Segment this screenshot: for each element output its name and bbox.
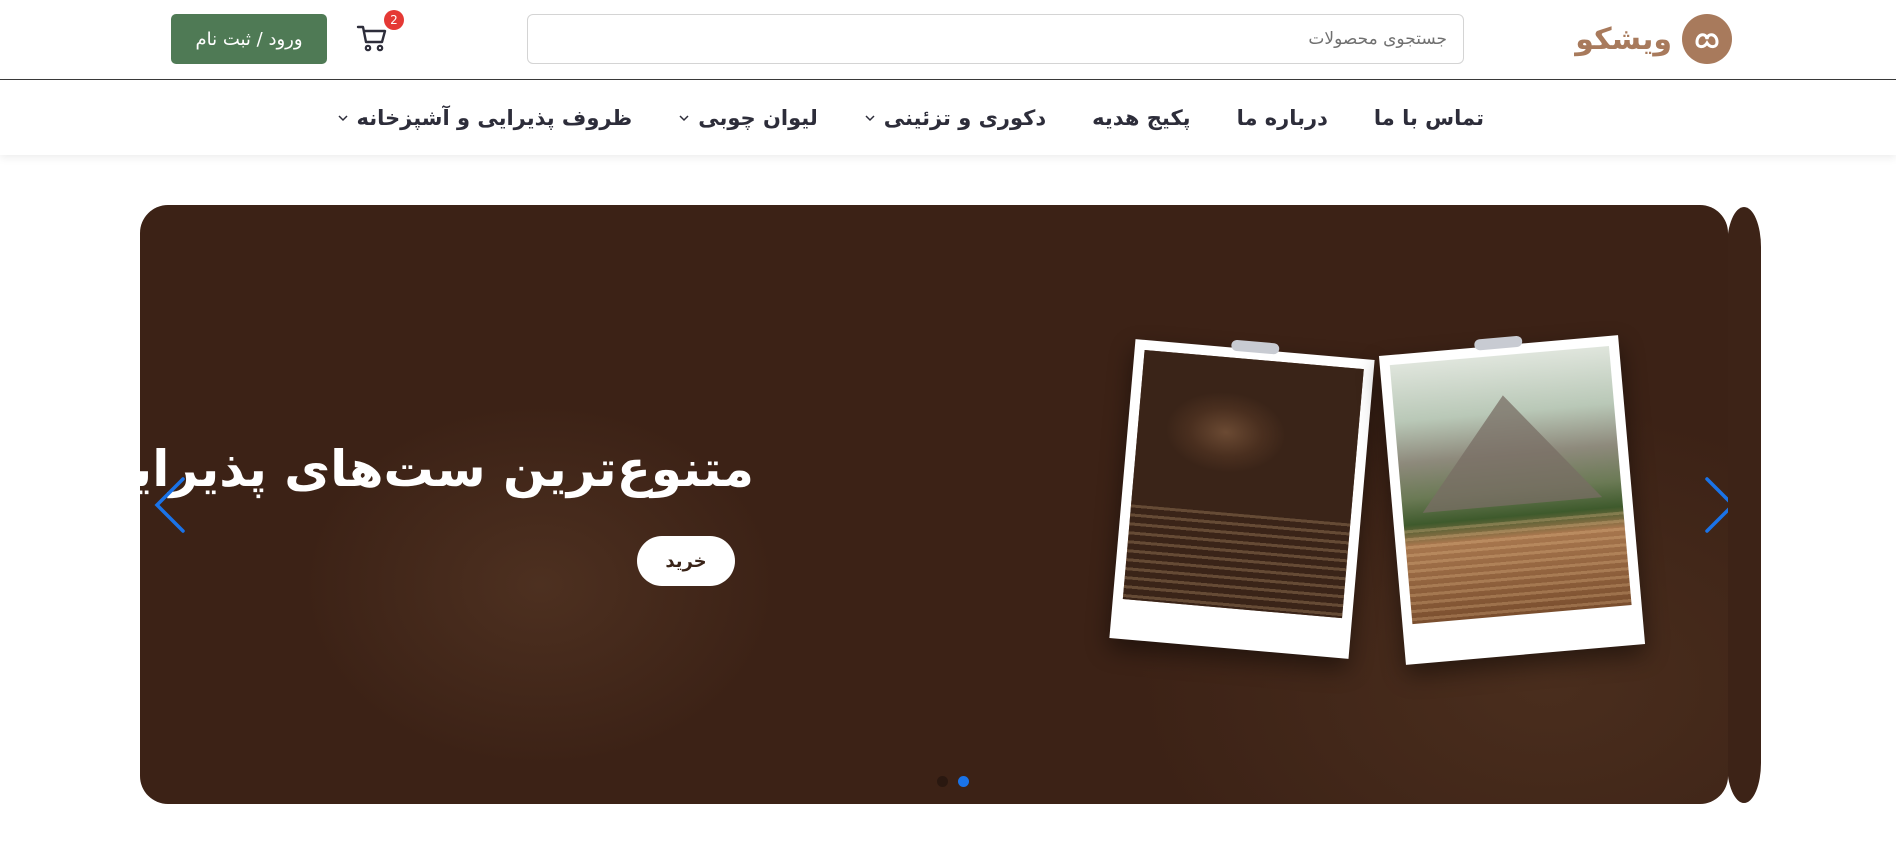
main-nav: ظروف پذیرایی و آشپزخانه لیوان چوبی دکوری…	[0, 80, 1896, 155]
nav-item-label: لیوان چوبی	[698, 105, 818, 130]
slide-dot-2[interactable]	[958, 776, 969, 787]
chevron-down-icon	[337, 114, 348, 121]
pin-tape	[1473, 335, 1523, 351]
next-slide-peek	[1727, 207, 1761, 803]
cart-icon[interactable]	[356, 22, 388, 54]
chevron-right-icon[interactable]	[1703, 475, 1728, 535]
nav-item-about-us[interactable]: درباره ما	[1237, 106, 1328, 130]
site-header: ویشکو 2 ورود / ثبت نام	[0, 0, 1896, 80]
wood-texture-image	[1122, 349, 1364, 619]
pin-tape	[1230, 339, 1280, 355]
nav-item-serving-kitchenware[interactable]: ظروف پذیرایی و آشپزخانه	[337, 105, 633, 130]
hero-title: متنوع‌ترین ست‌های پذیرایی	[140, 440, 754, 498]
mountain-landscape-image	[1389, 345, 1632, 625]
nav-item-label: ظروف پذیرایی و آشپزخانه	[356, 105, 633, 130]
chevron-down-icon	[679, 114, 689, 121]
nav-item-label: دکوری و تزئینی	[883, 105, 1047, 130]
login-register-button[interactable]: ورود / ثبت نام	[171, 14, 327, 64]
buy-button[interactable]: خرید	[637, 536, 735, 586]
polaroid-mountain-photo	[1378, 335, 1646, 665]
nav-item-gift-package[interactable]: پکیج هدیه	[1092, 106, 1190, 130]
logo-text: ویشکو	[1575, 21, 1672, 57]
cart-count-badge: 2	[384, 10, 404, 30]
nav-item-wooden-cups[interactable]: لیوان چوبی	[678, 106, 818, 130]
nav-item-label: درباره ما	[1236, 105, 1328, 130]
slider-pagination	[937, 776, 969, 787]
polaroid-wood-photo	[1109, 339, 1375, 659]
chevron-left-icon[interactable]	[153, 475, 187, 535]
nav-item-label: پکیج هدیه	[1092, 105, 1191, 130]
hero-slider: متنوع‌ترین ست‌های پذیرایی خرید	[140, 205, 1728, 804]
search-input[interactable]	[527, 14, 1464, 64]
nav-item-decorative[interactable]: دکوری و تزئینی	[864, 106, 1046, 130]
nav-item-label: تماس با ما	[1373, 105, 1484, 130]
logo-mark-icon	[1682, 14, 1732, 64]
nav-item-contact-us[interactable]: تماس با ما	[1374, 106, 1484, 130]
site-logo[interactable]: ویشکو	[1575, 14, 1732, 64]
chevron-down-icon	[865, 114, 875, 121]
slide-dot-1[interactable]	[937, 776, 948, 787]
